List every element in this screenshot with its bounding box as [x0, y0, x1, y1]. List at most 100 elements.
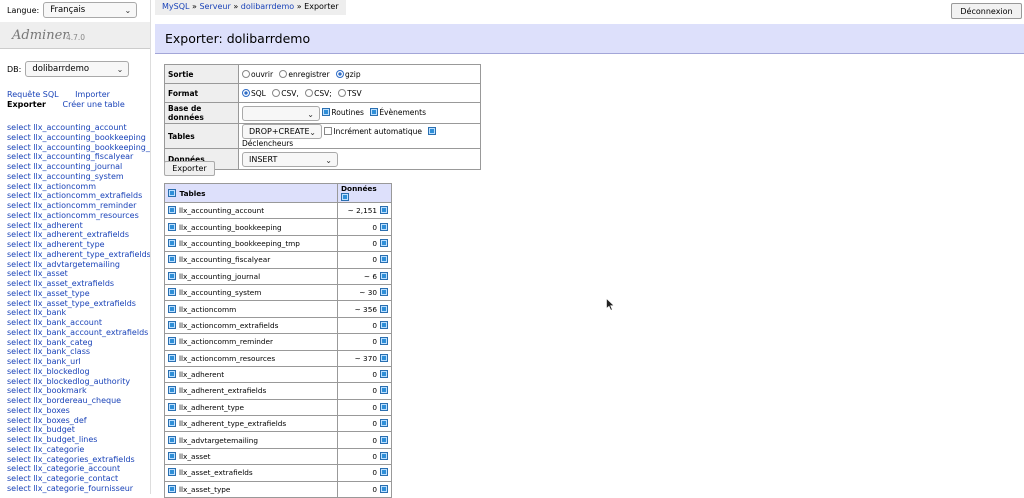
- checkbox-checked-icon[interactable]: [380, 484, 388, 493]
- checkbox-checked-icon[interactable]: [380, 353, 388, 362]
- radio-selected-icon[interactable]: [242, 88, 250, 97]
- checkbox-checked-icon[interactable]: [380, 304, 388, 313]
- sidebar-table-link[interactable]: select llx_boxes_def: [7, 416, 150, 426]
- sidebar-table-link[interactable]: select llx_advtargetemailing: [7, 260, 150, 270]
- sidebar-table-link[interactable]: select llx_bank: [7, 308, 150, 318]
- format-sql-option[interactable]: SQL: [242, 88, 266, 98]
- sidebar-table-link[interactable]: select llx_asset_type: [7, 289, 150, 299]
- sidebar-table-link[interactable]: select llx_budget_lines: [7, 435, 150, 445]
- checkbox-checked-icon[interactable]: [168, 255, 176, 264]
- breadcrumb-server[interactable]: Serveur: [199, 2, 230, 11]
- checkbox-checked-icon[interactable]: [380, 337, 388, 346]
- checkbox-checked-icon[interactable]: [380, 288, 388, 297]
- sidebar-table-link[interactable]: select llx_bookmark: [7, 386, 150, 396]
- checkbox-checked-icon[interactable]: [168, 188, 176, 197]
- checkbox-checked-icon[interactable]: [341, 193, 349, 201]
- checkbox-checked-icon[interactable]: [168, 288, 176, 297]
- sidebar-table-link[interactable]: select llx_accounting_bookkeeping: [7, 133, 150, 143]
- checkbox-checked-icon[interactable]: [380, 255, 388, 264]
- sql-command-link[interactable]: Requête SQL: [7, 90, 59, 99]
- sidebar-table-link[interactable]: select llx_accounting_account: [7, 123, 150, 133]
- sidebar-table-link[interactable]: select llx_bordereau_cheque: [7, 396, 150, 406]
- data-output-select[interactable]: INSERT ⌄: [242, 151, 338, 167]
- sidebar-table-link[interactable]: select llx_bank_account: [7, 318, 150, 328]
- sidebar-table-link[interactable]: select llx_accounting_bookkeeping_t: [7, 143, 150, 153]
- sidebar-table-link[interactable]: select llx_adherent_type: [7, 240, 150, 250]
- sidebar-table-link[interactable]: select llx_blockedlog_authority: [7, 377, 150, 387]
- sidebar-table-link[interactable]: select llx_boxes: [7, 406, 150, 416]
- sidebar-table-link[interactable]: select llx_categorie: [7, 445, 150, 455]
- checkbox-checked-icon[interactable]: [380, 370, 388, 379]
- checkbox-checked-icon[interactable]: [380, 271, 388, 280]
- radio-selected-icon[interactable]: [336, 69, 345, 78]
- checkbox-checked-icon[interactable]: [168, 353, 176, 362]
- checkbox-checked-icon[interactable]: [168, 370, 176, 379]
- sidebar-table-link[interactable]: select llx_actioncomm: [7, 182, 150, 192]
- sidebar-table-link[interactable]: select llx_categorie_account: [7, 464, 150, 474]
- output-gzip-option[interactable]: gzip: [336, 69, 361, 79]
- logout-button[interactable]: Déconnexion: [951, 3, 1022, 19]
- radio-icon[interactable]: [305, 88, 314, 97]
- import-link[interactable]: Importer: [75, 90, 110, 99]
- checkbox-checked-icon[interactable]: [168, 320, 176, 329]
- checkbox-checked-icon[interactable]: [380, 238, 388, 247]
- sidebar-table-link[interactable]: select llx_blockedlog: [7, 367, 150, 377]
- checkbox-checked-icon[interactable]: [168, 386, 176, 395]
- checkbox-checked-icon[interactable]: [428, 126, 437, 135]
- checkbox-checked-icon[interactable]: [370, 108, 379, 116]
- checkbox-checked-icon[interactable]: [380, 206, 388, 215]
- checkbox-checked-icon[interactable]: [380, 222, 388, 231]
- format-csv-semicolon-option[interactable]: CSV;: [305, 88, 332, 98]
- checkbox-checked-icon[interactable]: [380, 402, 388, 411]
- checkbox-checked-icon[interactable]: [168, 222, 176, 231]
- checkbox-checked-icon[interactable]: [168, 206, 176, 215]
- checkbox-icon[interactable]: [324, 126, 333, 135]
- tables-output-select[interactable]: DROP+CREATE ⌄: [242, 124, 322, 139]
- sidebar-table-link[interactable]: select llx_accounting_fiscalyear: [7, 152, 150, 162]
- checkbox-checked-icon[interactable]: [168, 468, 176, 477]
- checkbox-checked-icon[interactable]: [168, 452, 176, 461]
- checkbox-checked-icon[interactable]: [168, 419, 176, 428]
- checkbox-checked-icon[interactable]: [168, 271, 176, 280]
- checkbox-checked-icon[interactable]: [168, 337, 176, 346]
- export-button[interactable]: Exporter: [164, 161, 215, 176]
- export-link[interactable]: Exporter: [7, 100, 46, 109]
- radio-icon[interactable]: [242, 69, 250, 78]
- checkbox-checked-icon[interactable]: [380, 386, 388, 395]
- checkbox-checked-icon[interactable]: [168, 238, 176, 247]
- sidebar-table-link[interactable]: select llx_bank_account_extrafields: [7, 328, 150, 338]
- app-version[interactable]: 4.7.0: [66, 33, 85, 42]
- checkbox-checked-icon[interactable]: [168, 484, 176, 493]
- sidebar-table-link[interactable]: select llx_bank_categ: [7, 338, 150, 348]
- autoincrement-option[interactable]: Incrément automatique: [324, 126, 422, 136]
- checkbox-checked-icon[interactable]: [168, 304, 176, 313]
- sidebar-table-link[interactable]: select llx_bank_class: [7, 347, 150, 357]
- sidebar-table-link[interactable]: select llx_actioncomm_extrafields: [7, 191, 150, 201]
- breadcrumb-database[interactable]: dolibarrdemo: [241, 2, 294, 11]
- radio-icon[interactable]: [272, 88, 281, 97]
- app-logo[interactable]: Adminer: [12, 28, 68, 43]
- sidebar-table-link[interactable]: select llx_asset_extrafields: [7, 279, 150, 289]
- sidebar-table-link[interactable]: select llx_adherent_extrafields: [7, 230, 150, 240]
- database-select[interactable]: dolibarrdemo ⌄: [25, 61, 130, 77]
- sidebar-table-link[interactable]: select llx_asset_type_extrafields: [7, 299, 150, 309]
- radio-icon[interactable]: [338, 88, 347, 97]
- checkbox-checked-icon[interactable]: [380, 452, 388, 461]
- sidebar-table-link[interactable]: select llx_categorie_fournisseur: [7, 484, 150, 494]
- checkbox-checked-icon[interactable]: [380, 468, 388, 477]
- sidebar-table-link[interactable]: select llx_adherent_type_extrafields: [7, 250, 150, 260]
- sidebar-table-link[interactable]: select llx_asset: [7, 269, 150, 279]
- sidebar-table-link[interactable]: select llx_bank_url: [7, 357, 150, 367]
- language-select[interactable]: Français ⌄: [43, 2, 138, 18]
- checkbox-checked-icon[interactable]: [380, 320, 388, 329]
- sidebar-table-link[interactable]: select llx_accounting_system: [7, 172, 150, 182]
- sidebar-table-link[interactable]: select llx_accounting_journal: [7, 162, 150, 172]
- sidebar-table-link[interactable]: select llx_categorie_contact: [7, 474, 150, 484]
- checkbox-checked-icon[interactable]: [380, 435, 388, 444]
- checkbox-checked-icon[interactable]: [322, 108, 331, 116]
- output-save-option[interactable]: enregistrer: [279, 69, 330, 79]
- sidebar-table-link[interactable]: select llx_budget: [7, 425, 150, 435]
- sidebar-table-link[interactable]: select llx_actioncomm_resources: [7, 211, 150, 221]
- checkbox-checked-icon[interactable]: [168, 435, 176, 444]
- sidebar-table-link[interactable]: select llx_adherent: [7, 221, 150, 231]
